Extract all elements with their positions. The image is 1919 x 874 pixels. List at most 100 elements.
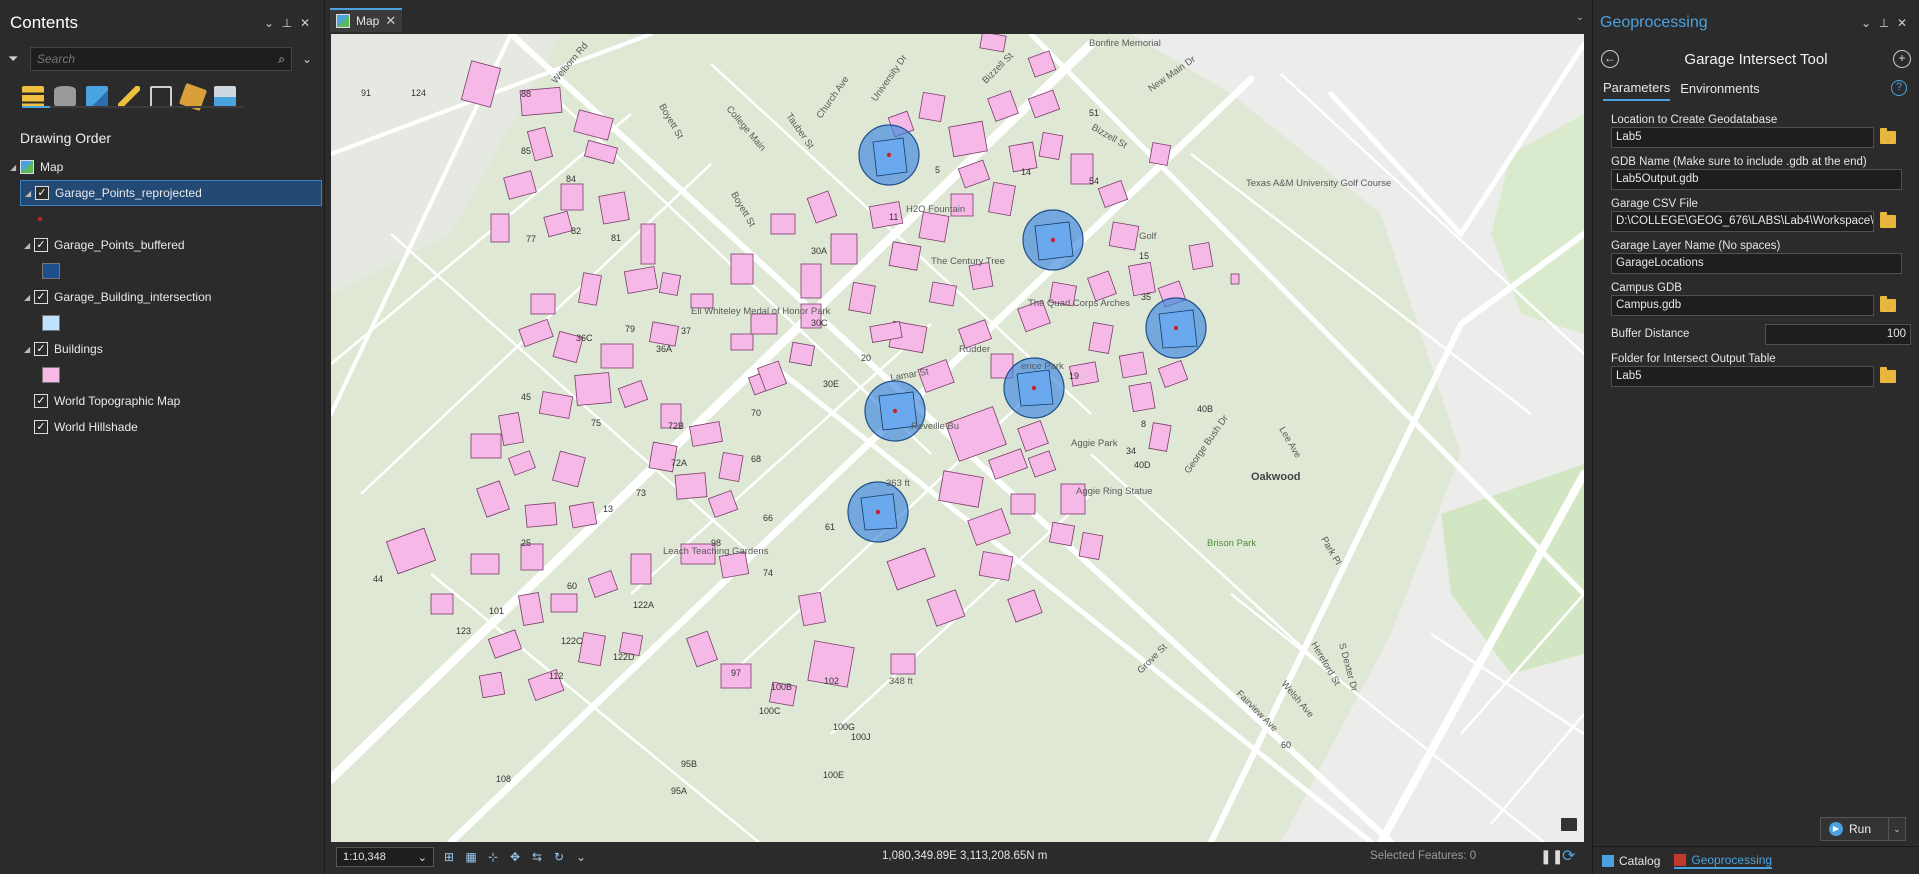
navigation-tools-icon[interactable]: ⊞ (442, 850, 456, 864)
building-footprint[interactable] (1128, 261, 1156, 297)
building-footprint[interactable] (578, 631, 606, 667)
building-footprint[interactable] (530, 293, 556, 315)
dark-blue-polygon-symbol[interactable] (42, 263, 60, 279)
pause-drawing-icon[interactable]: ❚❚ (1540, 848, 1563, 865)
tab-list-chevron-icon[interactable]: ⌄ (1576, 12, 1584, 23)
building-footprint[interactable] (888, 241, 922, 271)
close-icon[interactable]: ✕ (1893, 14, 1911, 32)
folder-browse-icon[interactable] (1880, 367, 1896, 383)
pink-polygon-symbol[interactable] (42, 367, 60, 383)
filter-icon[interactable]: ⏷ (8, 51, 24, 67)
visibility-checkbox[interactable]: ✓ (34, 420, 48, 434)
garage-point[interactable] (892, 408, 898, 414)
building-footprint[interactable] (1088, 322, 1114, 354)
building-footprint[interactable] (568, 501, 598, 529)
tab-geoprocessing[interactable]: Geoprocessing (1674, 853, 1773, 869)
layer-garage-building-intersection[interactable]: ◢ ✓ Garage_Building_intersection (20, 284, 324, 310)
layer-name-field[interactable]: GarageLocations (1611, 253, 1902, 274)
building-footprint[interactable] (648, 321, 680, 347)
search-options-chevron-icon[interactable]: ⌄ (298, 50, 316, 68)
building-footprint[interactable] (430, 593, 454, 615)
chevron-down-icon[interactable]: ⌄ (260, 14, 278, 32)
building-footprint[interactable] (918, 91, 946, 123)
building-footprint[interactable] (658, 272, 682, 296)
building-footprint[interactable] (1108, 221, 1140, 251)
building-footprint[interactable] (730, 333, 754, 351)
expand-triangle-icon[interactable]: ◢ (24, 241, 34, 250)
gdb-name-field[interactable]: Lab5Output.gdb (1611, 169, 1902, 190)
constraints-icon[interactable]: ⊹ (486, 850, 500, 864)
building-footprint[interactable] (630, 553, 652, 585)
expand-triangle-icon[interactable]: ◢ (24, 345, 34, 354)
list-by-selection-icon[interactable] (86, 86, 108, 108)
garage-csv-field[interactable]: D:\COLLEGE\GEOG_676\LABS\Lab4\Workspace\… (1611, 211, 1874, 232)
list-by-source-icon[interactable] (54, 86, 76, 108)
close-icon[interactable]: ✕ (296, 14, 314, 32)
building-footprint[interactable] (574, 372, 612, 406)
building-footprint[interactable] (948, 120, 988, 158)
list-by-perspective-icon[interactable] (214, 86, 236, 108)
building-footprint[interactable] (1188, 241, 1214, 271)
snapping-icon[interactable]: ✥ (508, 850, 522, 864)
visibility-checkbox[interactable]: ✓ (35, 186, 49, 200)
search-icon[interactable]: ⌕ (278, 52, 285, 67)
attribution-icon[interactable] (1561, 818, 1577, 831)
building-footprint[interactable] (640, 223, 656, 265)
close-tab-icon[interactable]: ✕ (385, 13, 396, 29)
layer-world-topographic-map[interactable]: ✓ World Topographic Map (30, 388, 324, 414)
list-by-drawing-order-icon[interactable] (22, 86, 44, 108)
visibility-checkbox[interactable]: ✓ (34, 342, 48, 356)
rotation-icon[interactable]: ↻ (552, 850, 566, 864)
intersection-polygon[interactable] (872, 137, 908, 177)
map-svg[interactable]: Welborn RdBoyett St College Main Tauber St… (331, 34, 1584, 842)
tab-parameters[interactable]: Parameters (1603, 80, 1671, 101)
help-icon[interactable]: ? (1891, 80, 1907, 96)
building-footprint[interactable] (538, 391, 574, 419)
building-footprint[interactable] (770, 213, 796, 235)
building-footprint[interactable] (800, 263, 822, 299)
light-blue-polygon-symbol[interactable] (42, 315, 60, 331)
tab-map[interactable]: Map ✕ (330, 8, 403, 32)
tab-environments[interactable]: Environments (1680, 81, 1759, 100)
building-footprint[interactable] (750, 313, 778, 335)
layer-garage-points-buffered[interactable]: ◢ ✓ Garage_Points_buffered (20, 232, 324, 258)
folder-browse-icon[interactable] (1880, 212, 1896, 228)
list-by-snapping-icon[interactable] (150, 86, 172, 108)
add-icon[interactable]: + (1893, 50, 1911, 68)
visibility-checkbox[interactable]: ✓ (34, 238, 48, 252)
building-footprint[interactable] (988, 181, 1016, 217)
correction-icon[interactable]: ⇆ (530, 850, 544, 864)
back-icon[interactable]: ← (1601, 50, 1619, 68)
building-footprint[interactable] (1148, 142, 1172, 166)
building-footprint[interactable] (1078, 531, 1104, 561)
coordinate-readout[interactable]: 1,080,349.89E 3,113,208.65N m (882, 850, 1047, 862)
garage-point[interactable] (875, 509, 881, 515)
building-footprint[interactable] (730, 253, 754, 285)
building-footprint[interactable] (623, 266, 659, 294)
building-footprint[interactable] (1038, 131, 1064, 161)
building-footprint[interactable] (798, 591, 826, 627)
buffer-distance-field[interactable]: 100 (1765, 324, 1911, 345)
run-options-chevron-icon[interactable]: ⌄ (1888, 817, 1906, 841)
building-footprint[interactable] (1010, 493, 1036, 515)
building-footprint[interactable] (598, 191, 630, 225)
tab-catalog[interactable]: Catalog (1602, 854, 1660, 868)
intersection-polygon[interactable] (1158, 309, 1198, 349)
pin-icon[interactable]: ⊥ (278, 14, 296, 32)
scale-dropdown[interactable]: 1:10,348 ⌄ (336, 847, 434, 867)
building-footprint[interactable] (848, 281, 876, 315)
building-footprint[interactable] (978, 551, 1014, 581)
expand-triangle-icon[interactable]: ◢ (10, 163, 20, 172)
building-footprint[interactable] (524, 502, 558, 528)
map-node[interactable]: ◢ Map (6, 154, 324, 180)
selected-features-count[interactable]: Selected Features: 0 (1370, 850, 1476, 862)
visibility-checkbox[interactable]: ✓ (34, 394, 48, 408)
building-footprint[interactable] (918, 211, 950, 243)
building-footprint[interactable] (890, 653, 916, 675)
building-footprint[interactable] (478, 671, 506, 699)
garage-point[interactable] (1031, 385, 1037, 391)
chevron-down-icon[interactable]: ⌄ (1857, 14, 1875, 32)
search-input[interactable] (37, 52, 279, 66)
building-footprint[interactable] (788, 341, 816, 367)
building-footprint[interactable] (928, 281, 958, 307)
